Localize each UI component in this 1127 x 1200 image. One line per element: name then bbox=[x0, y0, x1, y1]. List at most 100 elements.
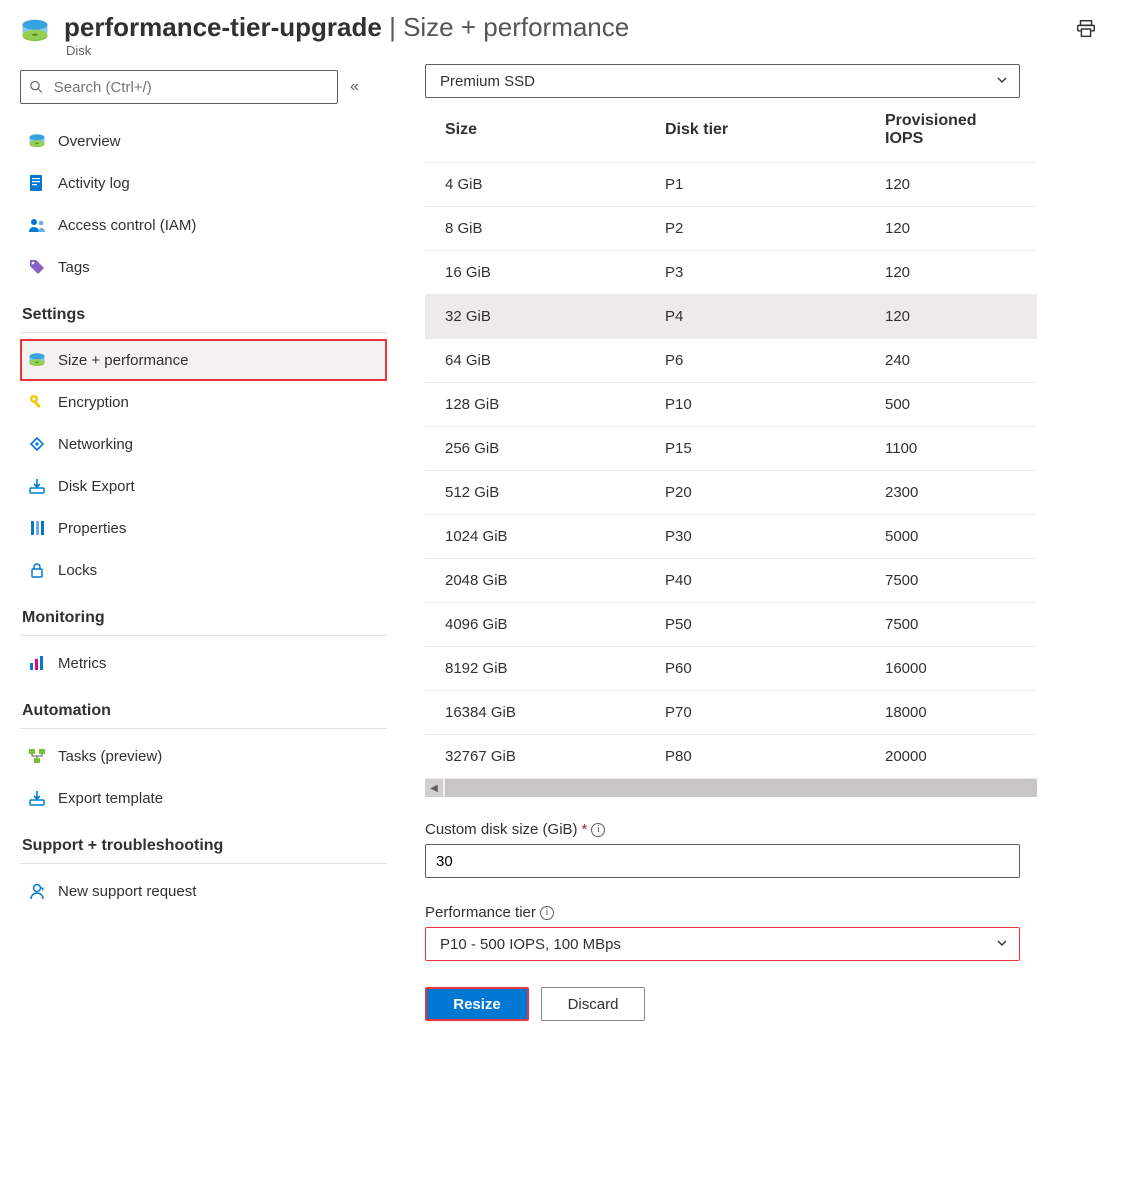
table-row[interactable]: 8192 GiBP6016000 bbox=[425, 647, 1037, 691]
sidebar-item-tags[interactable]: Tags bbox=[20, 246, 387, 288]
table-row[interactable]: 16384 GiBP7018000 bbox=[425, 691, 1037, 735]
cell-iops: 240 bbox=[865, 339, 1037, 383]
key-icon bbox=[28, 393, 46, 411]
sidebar-item-overview[interactable]: Overview bbox=[20, 120, 387, 162]
cell-tier: P3 bbox=[645, 251, 865, 295]
cell-iops: 18000 bbox=[865, 691, 1037, 735]
col-iops[interactable]: Provisioned IOPS bbox=[865, 98, 1037, 163]
cell-size: 4096 GiB bbox=[425, 603, 645, 647]
table-row[interactable]: 4 GiBP1120 bbox=[425, 163, 1037, 207]
sidebar-item-label: Disk Export bbox=[58, 478, 135, 495]
print-icon[interactable] bbox=[1075, 18, 1097, 40]
cell-size: 8192 GiB bbox=[425, 647, 645, 691]
cell-tier: P50 bbox=[645, 603, 865, 647]
sidebar-item-label: Tasks (preview) bbox=[58, 748, 162, 765]
sidebar-section-settings: Settings bbox=[20, 288, 387, 333]
button-label: Discard bbox=[568, 996, 619, 1013]
table-row[interactable]: 1024 GiBP305000 bbox=[425, 515, 1037, 559]
table-row[interactable]: 512 GiBP202300 bbox=[425, 471, 1037, 515]
performance-tier-label: Performance tier i bbox=[425, 904, 1127, 921]
cell-size: 1024 GiB bbox=[425, 515, 645, 559]
table-row[interactable]: 32767 GiBP8020000 bbox=[425, 735, 1037, 779]
search-input-wrapper[interactable] bbox=[20, 70, 338, 104]
sidebar-item-export-template[interactable]: Export template bbox=[20, 777, 387, 819]
cell-size: 8 GiB bbox=[425, 207, 645, 251]
custom-size-input[interactable] bbox=[425, 844, 1020, 878]
sidebar-item-disk-export[interactable]: Disk Export bbox=[20, 465, 387, 507]
cell-tier: P10 bbox=[645, 383, 865, 427]
cell-iops: 7500 bbox=[865, 559, 1037, 603]
cell-iops: 16000 bbox=[865, 647, 1037, 691]
resource-type: Disk bbox=[66, 43, 1075, 58]
col-tier[interactable]: Disk tier bbox=[645, 98, 865, 163]
cell-iops: 120 bbox=[865, 207, 1037, 251]
sidebar: « Overview Activity log Access control (… bbox=[0, 64, 395, 932]
disk-size-table: Size Disk tier Provisioned IOPS 4 GiBP11… bbox=[425, 98, 1037, 779]
button-label: Resize bbox=[453, 996, 501, 1013]
cell-tier: P2 bbox=[645, 207, 865, 251]
blade-name: Size + performance bbox=[403, 12, 629, 42]
cell-size: 256 GiB bbox=[425, 427, 645, 471]
sidebar-section-support: Support + troubleshooting bbox=[20, 819, 387, 864]
horizontal-scrollbar[interactable]: ◀ bbox=[425, 779, 1037, 797]
sidebar-item-properties[interactable]: Properties bbox=[20, 507, 387, 549]
cell-iops: 20000 bbox=[865, 735, 1037, 779]
info-icon[interactable]: i bbox=[540, 906, 554, 920]
collapse-sidebar-icon[interactable]: « bbox=[350, 78, 359, 96]
sidebar-item-encryption[interactable]: Encryption bbox=[20, 381, 387, 423]
table-row[interactable]: 4096 GiBP507500 bbox=[425, 603, 1037, 647]
disk-sku-select[interactable]: Premium SSD bbox=[425, 64, 1020, 98]
discard-button[interactable]: Discard bbox=[541, 987, 645, 1021]
export-icon bbox=[28, 477, 46, 495]
sidebar-item-tasks[interactable]: Tasks (preview) bbox=[20, 735, 387, 777]
properties-icon bbox=[28, 519, 46, 537]
table-row[interactable]: 16 GiBP3120 bbox=[425, 251, 1037, 295]
performance-tier-value: P10 - 500 IOPS, 100 MBps bbox=[440, 936, 621, 953]
search-icon bbox=[29, 79, 44, 95]
cell-iops: 5000 bbox=[865, 515, 1037, 559]
tag-icon bbox=[28, 258, 46, 276]
page-header: performance-tier-upgrade | Size + perfor… bbox=[0, 0, 1127, 64]
log-icon bbox=[28, 174, 46, 192]
info-icon[interactable]: i bbox=[591, 823, 605, 837]
cell-tier: P70 bbox=[645, 691, 865, 735]
search-input[interactable] bbox=[52, 78, 329, 97]
sidebar-item-label: Access control (IAM) bbox=[58, 217, 196, 234]
sidebar-item-access-control[interactable]: Access control (IAM) bbox=[20, 204, 387, 246]
cell-size: 32 GiB bbox=[425, 295, 645, 339]
export-template-icon bbox=[28, 789, 46, 807]
cell-size: 512 GiB bbox=[425, 471, 645, 515]
cell-tier: P60 bbox=[645, 647, 865, 691]
custom-size-label: Custom disk size (GiB) * i bbox=[425, 821, 1127, 838]
people-icon bbox=[28, 216, 46, 234]
cell-size: 64 GiB bbox=[425, 339, 645, 383]
resource-name: performance-tier-upgrade bbox=[64, 12, 382, 42]
sidebar-item-metrics[interactable]: Metrics bbox=[20, 642, 387, 684]
performance-tier-select[interactable]: P10 - 500 IOPS, 100 MBps bbox=[425, 927, 1020, 961]
table-row[interactable]: 2048 GiBP407500 bbox=[425, 559, 1037, 603]
cell-tier: P4 bbox=[645, 295, 865, 339]
sidebar-item-activity-log[interactable]: Activity log bbox=[20, 162, 387, 204]
cell-tier: P40 bbox=[645, 559, 865, 603]
metrics-icon bbox=[28, 654, 46, 672]
table-row[interactable]: 32 GiBP4120 bbox=[425, 295, 1037, 339]
cell-tier: P20 bbox=[645, 471, 865, 515]
sidebar-item-label: Tags bbox=[58, 259, 90, 276]
sidebar-item-new-support-request[interactable]: New support request bbox=[20, 870, 387, 912]
sidebar-item-size-performance[interactable]: Size + performance bbox=[20, 339, 387, 381]
page-title: performance-tier-upgrade | Size + perfor… bbox=[64, 12, 1075, 43]
sidebar-item-label: Size + performance bbox=[58, 352, 188, 369]
table-row[interactable]: 64 GiBP6240 bbox=[425, 339, 1037, 383]
cell-tier: P80 bbox=[645, 735, 865, 779]
tasks-icon bbox=[28, 747, 46, 765]
table-row[interactable]: 256 GiBP151100 bbox=[425, 427, 1037, 471]
sidebar-section-automation: Automation bbox=[20, 684, 387, 729]
sidebar-item-locks[interactable]: Locks bbox=[20, 549, 387, 591]
disk-sku-value: Premium SSD bbox=[440, 73, 535, 90]
col-size[interactable]: Size bbox=[425, 98, 645, 163]
cell-iops: 7500 bbox=[865, 603, 1037, 647]
resize-button[interactable]: Resize bbox=[425, 987, 529, 1021]
table-row[interactable]: 8 GiBP2120 bbox=[425, 207, 1037, 251]
sidebar-item-networking[interactable]: Networking bbox=[20, 423, 387, 465]
table-row[interactable]: 128 GiBP10500 bbox=[425, 383, 1037, 427]
